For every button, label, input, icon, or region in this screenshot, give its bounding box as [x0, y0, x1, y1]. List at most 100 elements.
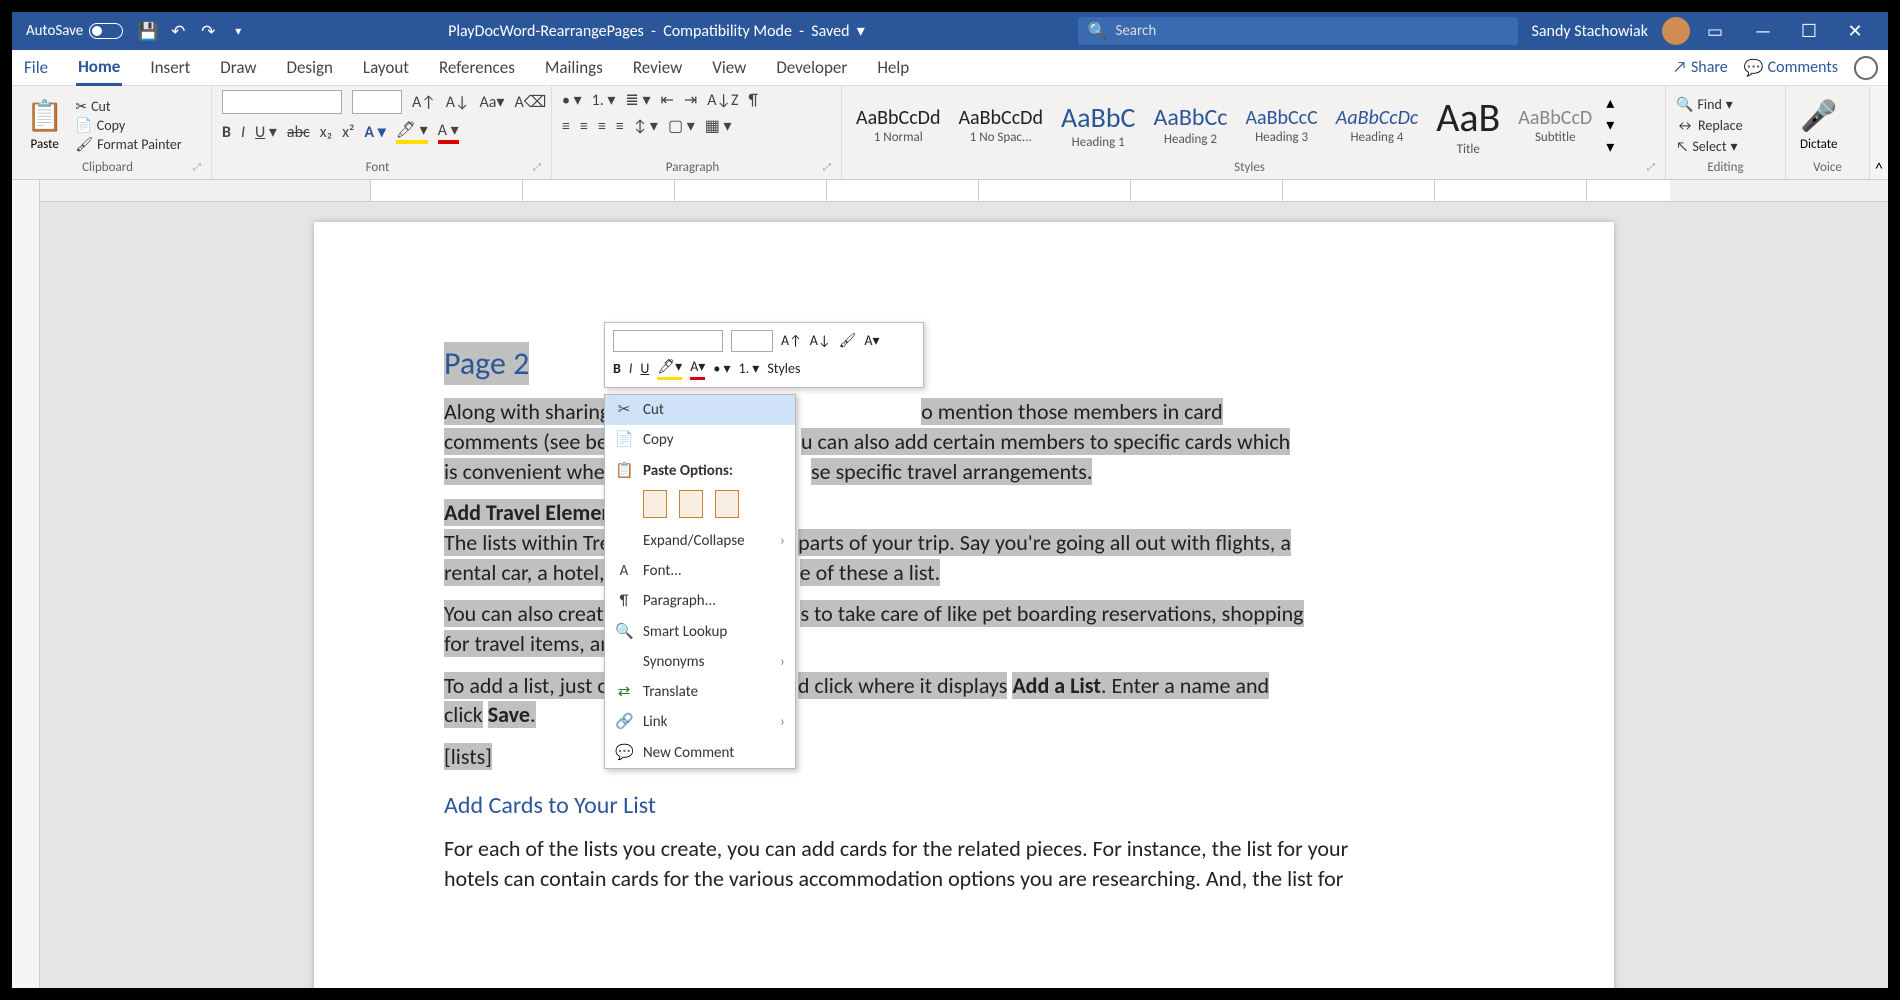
autosave-toggle[interactable]: AutoSave: [20, 22, 129, 40]
style-nospacing[interactable]: AaBbCcDd1 No Spac...: [954, 106, 1046, 145]
strike-button[interactable]: abc: [287, 123, 310, 142]
style-heading4[interactable]: AaBbCcDcHeading 4: [1332, 106, 1422, 145]
styles-up-icon[interactable]: ▴: [1606, 93, 1614, 113]
ctx-synonyms[interactable]: Synonyms›: [605, 647, 795, 677]
text-run[interactable]: Save: [488, 701, 530, 728]
text-run[interactable]: s to take care of like pet boarding rese…: [800, 600, 1303, 627]
shading-icon[interactable]: ▢ ▾: [668, 116, 695, 136]
tab-draw[interactable]: Draw: [218, 51, 258, 84]
comments-button[interactable]: 💬 Comments: [1744, 58, 1838, 78]
subscript-button[interactable]: x₂: [320, 123, 332, 142]
format-painter-icon[interactable]: 🖌: [839, 332, 857, 351]
highlight-icon[interactable]: 🖊 ▾: [396, 120, 428, 144]
toggle-off-icon[interactable]: [89, 23, 123, 39]
clear-formatting-icon[interactable]: A▾: [864, 332, 879, 351]
dialog-launcher-icon[interactable]: ⤢: [823, 160, 831, 175]
dictate-button[interactable]: 🎤 Dictate: [1796, 98, 1841, 152]
sort-icon[interactable]: A↓Z: [707, 91, 738, 110]
style-heading3[interactable]: AaBbCcCHeading 3: [1241, 106, 1321, 145]
superscript-button[interactable]: x²: [342, 123, 354, 142]
document-canvas[interactable]: Page 2 Along with sharing your trip o me…: [40, 202, 1888, 988]
text-run[interactable]: e of these a list.: [800, 559, 941, 586]
style-heading1[interactable]: AaBbCHeading 1: [1057, 100, 1139, 150]
user-name[interactable]: Sandy Stachowiak: [1532, 22, 1648, 41]
heading-addcards[interactable]: Add Cards to Your List: [444, 790, 656, 822]
align-right-icon[interactable]: ≡: [598, 117, 606, 136]
ctx-link[interactable]: 🔗Link›: [605, 707, 795, 737]
align-center-icon[interactable]: ≡: [580, 117, 588, 136]
tab-design[interactable]: Design: [285, 51, 335, 84]
styles-more-icon[interactable]: ▾: [1606, 137, 1614, 157]
select-button[interactable]: ↖ Select ▾: [1676, 138, 1743, 155]
text-run[interactable]: . Enter a name and: [1101, 672, 1269, 699]
change-case-icon[interactable]: Aa▾: [480, 92, 505, 112]
text-run[interactable]: hotels can contain cards for the various…: [444, 865, 1343, 892]
tab-view[interactable]: View: [710, 51, 748, 84]
highlight-icon[interactable]: 🖊▾: [657, 358, 682, 380]
maximize-button[interactable]: ☐: [1786, 20, 1832, 42]
replace-button[interactable]: ↔ Replace: [1676, 117, 1743, 134]
styles-down-icon[interactable]: ▾: [1606, 115, 1614, 135]
text-run[interactable]: For each of the lists you create, you ca…: [444, 835, 1348, 862]
text-effects-icon[interactable]: A ▾: [364, 122, 385, 142]
qat-dropdown-icon[interactable]: ▾: [227, 20, 249, 42]
dialog-launcher-icon[interactable]: ⤢: [193, 160, 201, 175]
italic-button[interactable]: I: [241, 123, 245, 142]
ctx-smartlookup[interactable]: 🔍Smart Lookup: [605, 617, 795, 647]
ctx-newcomment[interactable]: 💬New Comment: [605, 738, 795, 768]
paste-keep-source-icon[interactable]: [643, 490, 667, 518]
paste-text-only-icon[interactable]: [715, 490, 739, 518]
borders-icon[interactable]: ▦ ▾: [705, 116, 732, 136]
increase-indent-icon[interactable]: ⇥: [684, 90, 697, 110]
paste-merge-icon[interactable]: [679, 490, 703, 518]
underline-button[interactable]: U ▾: [255, 122, 277, 142]
ctx-cut[interactable]: ✂Cut: [605, 395, 795, 425]
paste-button[interactable]: 📋 Paste: [22, 98, 67, 152]
bold-button[interactable]: B: [613, 360, 621, 379]
decrease-indent-icon[interactable]: ⇤: [660, 90, 673, 110]
close-button[interactable]: ✕: [1832, 20, 1878, 42]
align-left-icon[interactable]: ≡: [562, 117, 570, 136]
cut-button[interactable]: ✂ Cut: [75, 98, 181, 115]
ctx-expandcollapse[interactable]: Expand/Collapse›: [605, 526, 795, 556]
feedback-icon[interactable]: [1854, 56, 1878, 80]
font-size-select[interactable]: [352, 90, 402, 114]
tab-layout[interactable]: Layout: [361, 51, 411, 84]
styles-dropdown[interactable]: Styles: [767, 360, 800, 379]
ctx-translate[interactable]: ⇄Translate: [605, 677, 795, 707]
ctx-paragraph[interactable]: ¶Paragraph...: [605, 586, 795, 616]
text-run[interactable]: se specific travel arrangements.: [811, 458, 1092, 485]
mini-font-select[interactable]: [613, 330, 723, 352]
minimize-button[interactable]: —: [1740, 20, 1786, 42]
font-color-icon[interactable]: A▾: [690, 358, 705, 380]
copy-button[interactable]: 📄 Copy: [75, 117, 181, 134]
style-normal[interactable]: AaBbCcDd1 Normal: [852, 106, 944, 145]
clear-formatting-icon[interactable]: A⌫: [514, 92, 546, 112]
mini-size-select[interactable]: [731, 330, 773, 352]
grow-font-icon[interactable]: A↑: [781, 332, 802, 351]
numbering-icon[interactable]: 1. ▾: [739, 360, 760, 379]
ctx-font[interactable]: AFont...: [605, 556, 795, 586]
ribbon-options-icon[interactable]: ▭: [1704, 20, 1726, 42]
undo-icon[interactable]: ↶: [167, 20, 189, 42]
redo-icon[interactable]: ↷: [197, 20, 219, 42]
shrink-font-icon[interactable]: A↓: [810, 332, 831, 351]
format-painter-button[interactable]: 🖌 Format Painter: [75, 136, 181, 153]
collapse-ribbon-icon[interactable]: ^: [1870, 86, 1888, 179]
text-run[interactable]: click: [444, 701, 483, 728]
text-run[interactable]: u can also add certain members to specif…: [801, 428, 1290, 455]
share-button[interactable]: ↗ Share: [1673, 58, 1728, 77]
tab-mailings[interactable]: Mailings: [543, 51, 605, 84]
italic-button[interactable]: I: [629, 360, 633, 379]
underline-button[interactable]: U: [640, 360, 649, 379]
tab-help[interactable]: Help: [875, 51, 911, 84]
bullets-icon[interactable]: • ▾: [713, 360, 730, 379]
font-family-select[interactable]: [222, 90, 342, 114]
text-run[interactable]: .: [530, 701, 536, 728]
tab-file[interactable]: File: [22, 51, 50, 84]
styles-gallery[interactable]: AaBbCcDd1 Normal AaBbCcDd1 No Spac... Aa…: [852, 93, 1614, 157]
find-button[interactable]: 🔍 Find ▾: [1676, 96, 1743, 113]
search-input[interactable]: 🔍 Search: [1078, 17, 1518, 45]
text-run[interactable]: o mention those members in card: [921, 398, 1223, 425]
numbering-icon[interactable]: 1. ▾: [592, 90, 616, 110]
